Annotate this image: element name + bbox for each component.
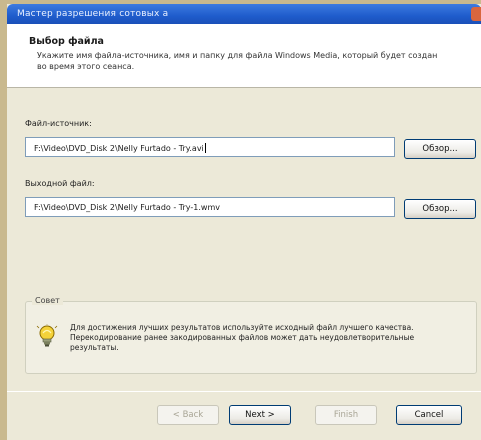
cancel-button[interactable]: Cancel xyxy=(396,405,462,425)
wizard-header: Выбор файла Укажите имя файла-источника,… xyxy=(7,24,481,88)
tip-text: Для достижения лучших результатов исполь… xyxy=(70,323,415,352)
close-icon[interactable] xyxy=(471,7,481,21)
text-caret xyxy=(204,143,206,153)
source-file-input[interactable]: F:\Video\DVD_Disk 2\Nelly Furtado - Try.… xyxy=(25,137,395,157)
title-bar[interactable]: Мастер разрешения сотовых a xyxy=(7,4,481,24)
finish-button[interactable]: Finish xyxy=(315,405,377,425)
page-title: Выбор файла xyxy=(29,36,104,47)
back-button[interactable]: < Back xyxy=(157,405,219,425)
output-file-input[interactable]: F:\Video\DVD_Disk 2\Nelly Furtado - Try-… xyxy=(25,197,395,217)
source-file-value: F:\Video\DVD_Disk 2\Nelly Furtado - Try.… xyxy=(34,144,204,153)
tip-groupbox: Совет Для достижения лучших результатов … xyxy=(25,296,477,374)
output-browse-button[interactable]: Обзор... xyxy=(404,199,476,219)
output-file-value: F:\Video\DVD_Disk 2\Nelly Furtado - Try-… xyxy=(34,203,220,212)
wizard-body: Файл-источник: F:\Video\DVD_Disk 2\Nelly… xyxy=(7,89,481,399)
window-title: Мастер разрешения сотовых a xyxy=(17,9,169,19)
source-browse-button[interactable]: Обзор... xyxy=(404,139,476,159)
tip-legend: Совет xyxy=(32,296,63,305)
next-button[interactable]: Next > xyxy=(229,405,291,425)
output-file-label: Выходной файл: xyxy=(25,179,95,188)
source-file-label: Файл-источник: xyxy=(25,119,92,128)
lightbulb-icon xyxy=(36,324,58,347)
page-description: Укажите имя файла-источника, имя и папку… xyxy=(37,51,438,71)
footer-divider xyxy=(7,391,481,392)
